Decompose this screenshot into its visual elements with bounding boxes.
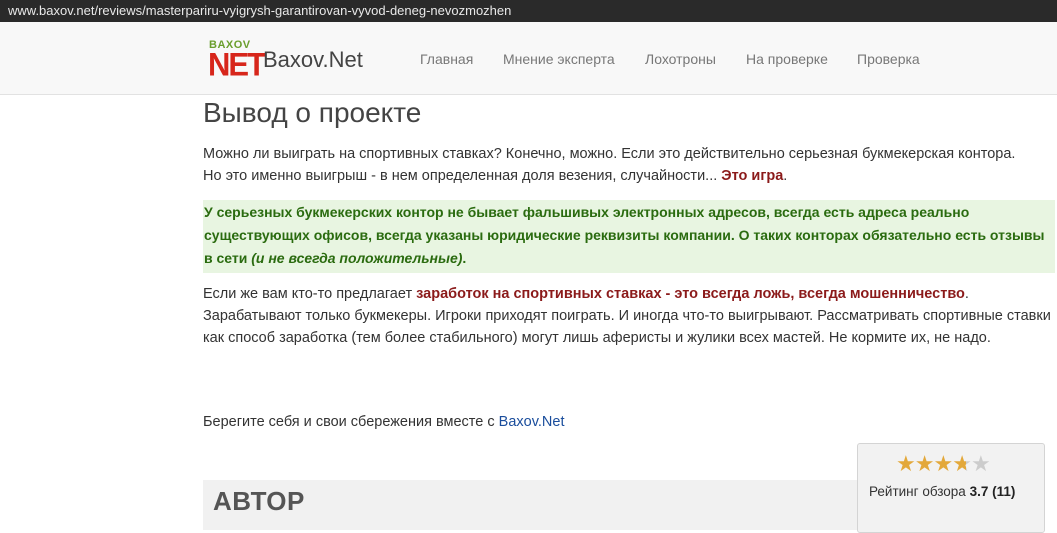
nav-link-scams[interactable]: Лохотроны bbox=[645, 51, 716, 67]
address-bar[interactable]: www.baxov.net/reviews/masterpariru-vyigr… bbox=[0, 0, 1057, 22]
its-a-game-text: Это игра bbox=[721, 168, 784, 184]
signoff-text: Берегите себя и свои сбережения вместе с bbox=[203, 414, 499, 430]
author-heading: АВТОР bbox=[213, 486, 305, 516]
nav-link-check[interactable]: Проверка bbox=[857, 51, 920, 67]
site-brand-link[interactable]: Baxov.Net bbox=[263, 47, 363, 73]
rating-label: Рейтинг обзора bbox=[869, 484, 966, 499]
site-header: BAXOV NET Baxov.Net Главная Мнение экспе… bbox=[0, 22, 1057, 95]
conclusion-line-2-end: . bbox=[783, 168, 788, 184]
signoff-paragraph: Берегите себя и свои сбережения вместе с… bbox=[203, 411, 1055, 433]
nav-link-expert-opinion[interactable]: Мнение эксперта bbox=[503, 51, 615, 67]
logo-main-text: NET bbox=[208, 46, 266, 83]
conclusion-paragraph: Можно ли выиграть на спортивных ставках?… bbox=[203, 143, 1055, 187]
warning-bold-text: заработок на спортивных ставках - это вс… bbox=[416, 286, 965, 302]
section-heading: Вывод о проекте bbox=[203, 97, 422, 128]
highlight-italic-note: (и не всегда положительные) bbox=[251, 250, 463, 266]
baxov-link[interactable]: Baxov.Net bbox=[499, 414, 565, 430]
conclusion-line-2: Но это именно выигрыш - в нем определенн… bbox=[203, 168, 722, 184]
nav-link-under-review[interactable]: На проверке bbox=[746, 51, 828, 67]
address-bar-url: www.baxov.net/reviews/masterpariru-vyigr… bbox=[8, 3, 512, 18]
rating-star-icon[interactable]: ★ bbox=[915, 452, 935, 476]
rating-stars[interactable]: ★★★★★ bbox=[896, 452, 991, 476]
rating-star-icon[interactable]: ★ bbox=[896, 452, 916, 476]
conclusion-line-1: Можно ли выиграть на спортивных ставках?… bbox=[203, 146, 1016, 162]
rating-score: 3.7 bbox=[969, 484, 989, 499]
site-logo[interactable]: BAXOV NET bbox=[208, 39, 266, 83]
rating-count: (11) bbox=[992, 484, 1016, 499]
warning-lead: Если же вам кто-то предлагает bbox=[203, 286, 417, 302]
nav-link-home[interactable]: Главная bbox=[420, 51, 473, 67]
rating-text: Рейтинг обзора 3.7 (11) bbox=[869, 484, 1015, 499]
highlight-callout: У серьезных букмекерских контор не бывае… bbox=[203, 200, 1055, 273]
review-rating-widget: ★★★★★ Рейтинг обзора 3.7 (11) bbox=[857, 443, 1045, 533]
rating-star-icon[interactable]: ★ bbox=[933, 452, 953, 476]
rating-star-icon[interactable]: ★ bbox=[952, 452, 972, 476]
highlight-end: . bbox=[462, 250, 467, 266]
warning-paragraph: Если же вам кто-то предлагает заработок … bbox=[203, 283, 1055, 349]
rating-star-icon[interactable]: ★ bbox=[971, 452, 991, 476]
